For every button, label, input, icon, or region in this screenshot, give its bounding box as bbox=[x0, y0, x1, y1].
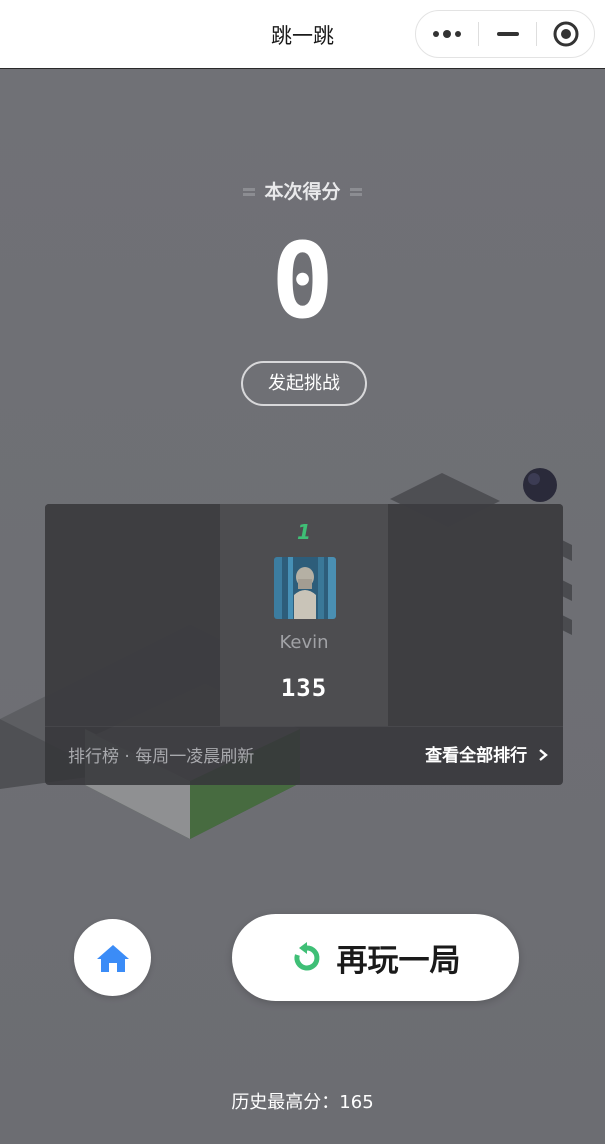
more-dots-icon bbox=[433, 30, 461, 38]
best-score: 历史最高分：165 bbox=[231, 1092, 374, 1113]
leaderboard-entry[interactable]: 1 Kevin 135 bbox=[220, 504, 388, 726]
leaderboard-footer: 排行榜 · 每周一凌晨刷新 查看全部排行 bbox=[45, 726, 563, 785]
player-score: 135 bbox=[280, 674, 328, 702]
close-button[interactable] bbox=[537, 11, 594, 57]
score-label: 本次得分 bbox=[0, 177, 605, 204]
view-all-label: 查看全部排行 bbox=[425, 746, 528, 766]
current-score: 0 bbox=[271, 220, 334, 342]
game-stage: 本次得分 0 发起挑战 1 Kevin 135 排行榜 · 每周一凌晨刷新 查看… bbox=[0, 69, 605, 1144]
play-again-button[interactable]: 再玩一局 bbox=[232, 914, 519, 1001]
chevron-right-icon bbox=[539, 749, 548, 761]
user-avatar-photo bbox=[274, 557, 336, 619]
leaderboard-refresh-note: 排行榜 · 每周一凌晨刷新 bbox=[68, 747, 255, 767]
play-again-label: 再玩一局 bbox=[336, 943, 461, 979]
target-circle-icon bbox=[553, 21, 578, 47]
home-icon bbox=[96, 944, 129, 972]
score-label-text: 本次得分 bbox=[264, 181, 341, 203]
minus-icon bbox=[496, 32, 519, 36]
challenge-button[interactable]: 发起挑战 bbox=[241, 361, 367, 406]
refresh-icon bbox=[293, 941, 319, 970]
rank-number: 1 bbox=[297, 520, 311, 544]
home-button[interactable] bbox=[74, 919, 151, 996]
player-name: Kevin bbox=[279, 632, 329, 653]
minimize-button[interactable] bbox=[479, 11, 536, 57]
view-all-rankings-link[interactable]: 查看全部排行 bbox=[425, 741, 549, 766]
title-bar: 跳一跳 bbox=[0, 0, 605, 69]
leaderboard-slot-empty bbox=[45, 504, 220, 726]
more-button[interactable] bbox=[416, 11, 478, 57]
leaderboard-slot-empty bbox=[388, 504, 563, 726]
mini-program-capsule bbox=[415, 10, 595, 58]
label-decoration bbox=[349, 188, 362, 191]
label-decoration bbox=[243, 188, 256, 191]
leaderboard-panel: 1 Kevin 135 排行榜 · 每周一凌晨刷新 查看全部排行 bbox=[45, 504, 563, 785]
